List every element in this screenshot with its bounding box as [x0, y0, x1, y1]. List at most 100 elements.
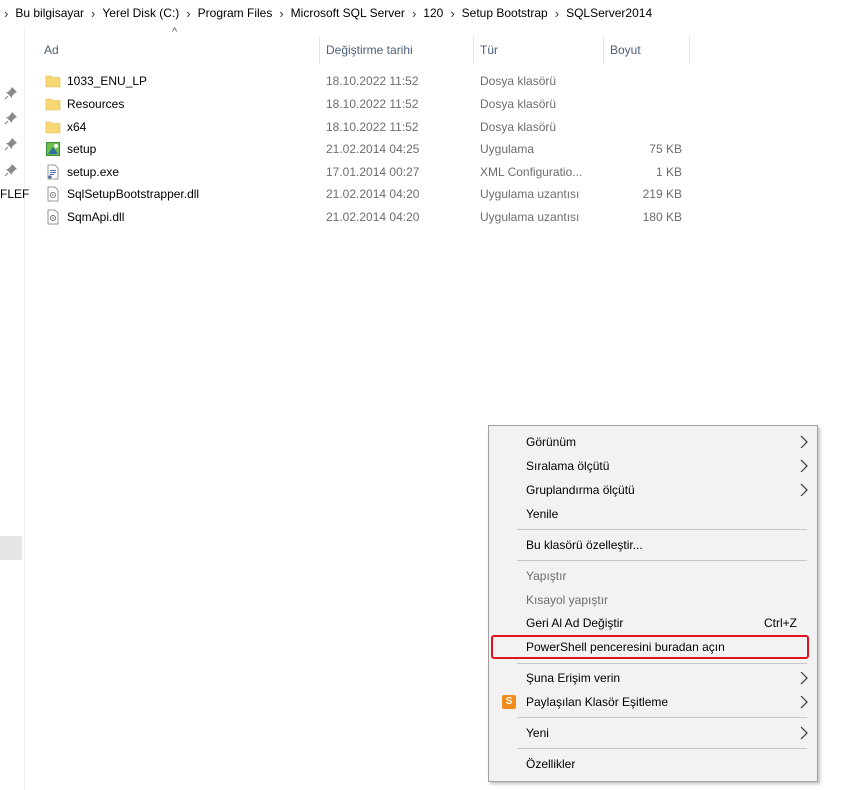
file-type: Uygulama uzantısı [480, 210, 580, 224]
file-date: 18.10.2022 11:52 [326, 120, 419, 134]
file-size [610, 70, 682, 92]
setup-app-icon [45, 141, 61, 157]
chevron-right-icon[interactable]: › [446, 6, 458, 21]
sync-app-icon: S [502, 695, 516, 709]
menu-item-shortcut: Ctrl+Z [764, 616, 797, 630]
chevron-right-icon[interactable]: › [275, 6, 287, 21]
column-header-size[interactable]: Boyut [604, 36, 690, 64]
file-type: Dosya klasörü [480, 97, 557, 111]
menu-separator [517, 663, 807, 664]
chevron-right-icon[interactable]: › [87, 6, 99, 21]
menu-item-label: Sıralama ölçütü [526, 459, 610, 473]
file-row[interactable]: SqmApi.dll 21.02.2014 04:20 Uygulama uza… [24, 206, 694, 228]
folder-icon [45, 96, 61, 112]
breadcrumb-120[interactable]: 120 [420, 6, 446, 20]
file-row[interactable]: SqlSetupBootstrapper.dll 21.02.2014 04:2… [24, 183, 694, 205]
menu-separator [517, 717, 807, 718]
menu-separator [517, 560, 807, 561]
menu-item-label: Yapıştır [526, 569, 567, 583]
file-date: 21.02.2014 04:20 [326, 210, 420, 224]
file-date: 21.02.2014 04:25 [326, 142, 420, 156]
file-row[interactable]: setup.exe 17.01.2014 00:27 XML Configura… [24, 161, 694, 183]
menu-item-open-powershell[interactable]: PowerShell penceresini buradan açın [489, 636, 817, 658]
file-name: x64 [67, 120, 87, 134]
file-size: 75 KB [649, 142, 682, 156]
file-size: 1 KB [655, 165, 682, 179]
breadcrumb-program-files[interactable]: Program Files [195, 6, 276, 20]
folder-icon [45, 73, 61, 89]
chevron-right-icon[interactable]: › [551, 6, 563, 21]
file-date: 21.02.2014 04:20 [326, 187, 420, 201]
file-type: Uygulama uzantısı [480, 187, 580, 201]
menu-item-label: Kısayol yapıştır [526, 593, 609, 607]
file-name: SqmApi.dll [67, 210, 125, 224]
chevron-right-icon: › [4, 5, 9, 21]
column-header-name[interactable]: Ad [38, 36, 320, 64]
dll-file-icon [45, 209, 61, 225]
file-size: 180 KB [642, 210, 682, 224]
config-file-icon [45, 164, 61, 180]
pin-icon [4, 111, 18, 125]
menu-item-paste-shortcut[interactable]: Kısayol yapıştır [489, 589, 817, 611]
file-type: Uygulama [480, 142, 535, 156]
menu-item-paste[interactable]: Yapıştır [489, 565, 817, 587]
menu-item-label: Şuna Erişim verin [526, 671, 621, 685]
menu-item-customize-folder[interactable]: Bu klasörü özelleştir... [489, 534, 817, 556]
column-header-type[interactable]: Tür [474, 36, 604, 64]
file-type: Dosya klasörü [480, 74, 557, 88]
file-type: Dosya klasörü [480, 120, 557, 134]
folder-icon [45, 119, 61, 135]
file-size [610, 116, 682, 138]
chevron-right-icon[interactable]: › [182, 6, 194, 21]
chevron-right-icon [799, 435, 809, 449]
chevron-right-icon[interactable]: › [408, 6, 420, 21]
breadcrumb-sqlserver2014[interactable]: SQLServer2014 [563, 6, 655, 20]
file-name: setup [67, 142, 97, 156]
file-name: setup.exe [67, 165, 120, 179]
file-type: XML Configuratio... [480, 165, 583, 179]
menu-item-undo-rename[interactable]: Geri Al Ad Değiştir Ctrl+Z [489, 612, 817, 634]
file-size: 219 KB [642, 187, 682, 201]
file-row[interactable]: 1033_ENU_LP 18.10.2022 11:52 Dosya klasö… [24, 70, 694, 92]
file-name: Resources [67, 97, 125, 111]
chevron-right-icon [799, 671, 809, 685]
menu-item-new[interactable]: Yeni [489, 722, 817, 744]
breadcrumb-setup-bootstrap[interactable]: Setup Bootstrap [459, 6, 551, 20]
file-date: 17.01.2014 00:27 [326, 165, 420, 179]
pin-icon [4, 163, 18, 177]
breadcrumb-local-disk[interactable]: Yerel Disk (C:) [99, 6, 182, 20]
breadcrumb: › Bu bilgisayar › Yerel Disk (C:) › Prog… [0, 0, 852, 26]
chevron-right-icon [799, 459, 809, 473]
chevron-right-icon [799, 695, 809, 709]
context-menu: Görünüm Sıralama ölçütü Gruplandırma ölç… [488, 425, 818, 782]
menu-item-label: Paylaşılan Klasör Eşitleme [526, 695, 669, 709]
file-row[interactable]: x64 18.10.2022 11:52 Dosya klasörü [24, 116, 694, 138]
menu-item-shared-folder-sync[interactable]: S Paylaşılan Klasör Eşitleme [489, 691, 817, 713]
menu-item-label: Görünüm [526, 435, 577, 449]
breadcrumb-this-pc[interactable]: Bu bilgisayar [12, 6, 87, 20]
menu-item-label: Gruplandırma ölçütü [526, 483, 635, 497]
nav-item-selected[interactable] [0, 536, 22, 560]
pin-icon [4, 137, 18, 151]
menu-item-properties[interactable]: Özellikler [489, 753, 817, 775]
chevron-right-icon [799, 483, 809, 497]
menu-item-label: Yenile [526, 507, 559, 521]
menu-item-view[interactable]: Görünüm [489, 431, 817, 453]
menu-item-label: Yeni [526, 726, 549, 740]
menu-item-give-access[interactable]: Şuna Erişim verin [489, 667, 817, 689]
column-header-date[interactable]: Değiştirme tarihi [320, 36, 474, 64]
file-name: SqlSetupBootstrapper.dll [67, 187, 200, 201]
file-row[interactable]: Resources 18.10.2022 11:52 Dosya klasörü [24, 93, 694, 115]
file-row[interactable]: setup 21.02.2014 04:25 Uygulama 75 KB [24, 138, 694, 160]
breadcrumb-sql-server[interactable]: Microsoft SQL Server [288, 6, 408, 20]
menu-separator [517, 529, 807, 530]
menu-item-sort-by[interactable]: Sıralama ölçütü [489, 455, 817, 477]
file-date: 18.10.2022 11:52 [326, 97, 419, 111]
menu-item-refresh[interactable]: Yenile [489, 503, 817, 525]
file-name: 1033_ENU_LP [67, 74, 148, 88]
chevron-right-icon [799, 726, 809, 740]
menu-item-label: Geri Al Ad Değiştir [526, 616, 624, 630]
menu-item-group-by[interactable]: Gruplandırma ölçütü [489, 479, 817, 501]
menu-item-label: Özellikler [526, 757, 576, 771]
menu-item-label: Bu klasörü özelleştir... [526, 538, 643, 552]
